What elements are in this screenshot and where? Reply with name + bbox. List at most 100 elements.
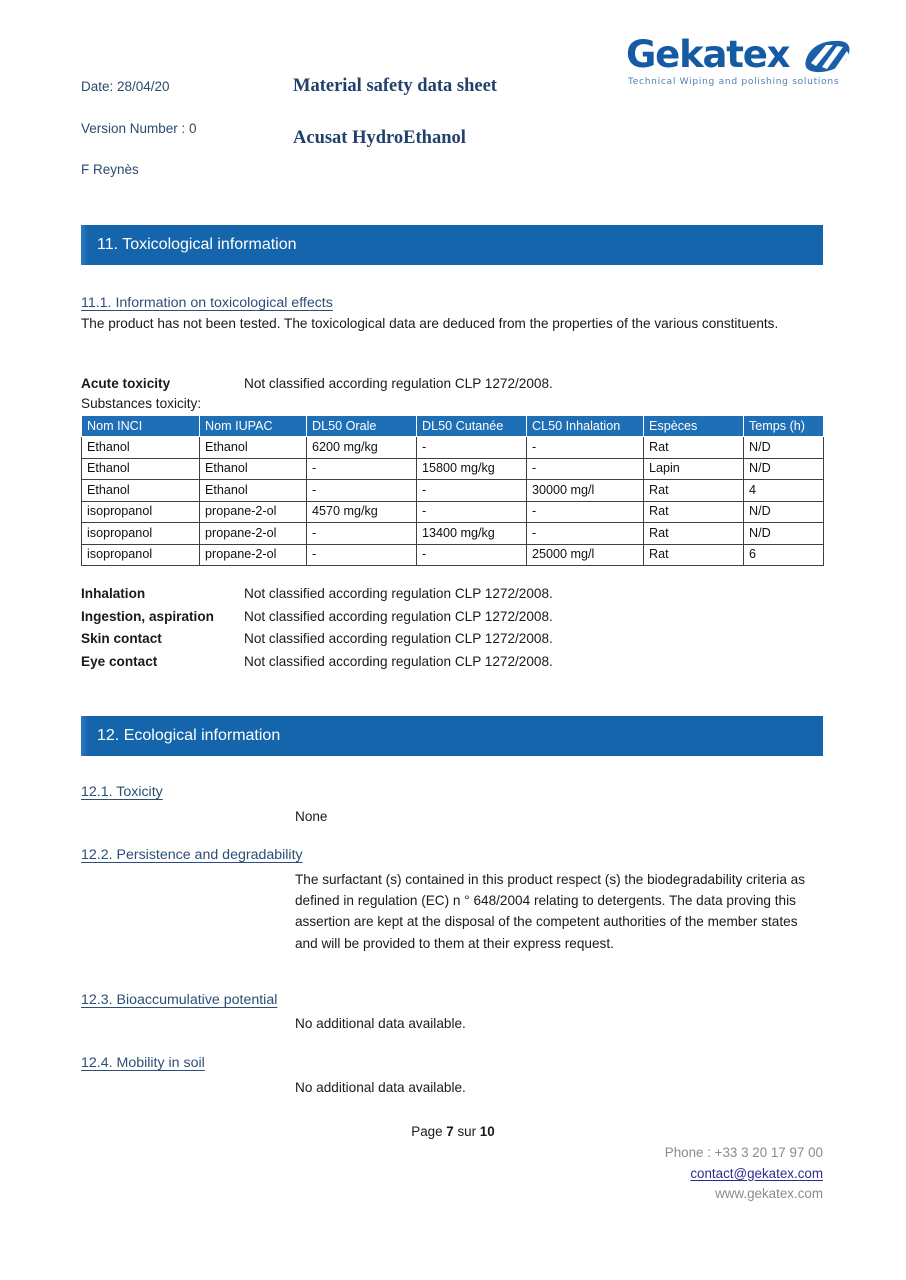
product-name: Acusat HydroEthanol [293, 127, 466, 148]
page-middle: sur [453, 1124, 480, 1139]
table-row: isopropanol propane-2-ol 4570 mg/kg - - Rat N/… [81, 500, 824, 523]
document-date: Date: 28/04/20 [81, 79, 170, 94]
table-column-header: Temps (h) [743, 415, 824, 437]
toxicity-value: None [295, 809, 328, 824]
acute-toxicity-label: Acute toxicity [81, 376, 171, 391]
table-cell: - [416, 500, 527, 523]
page-number: Page 7 sur 10 [0, 1124, 906, 1139]
swoosh-icon [804, 40, 852, 74]
exposure-route-label: Ingestion, aspiration [81, 608, 214, 624]
contact-phone: Phone : +33 3 20 17 97 00 [664, 1145, 823, 1160]
table-cell: Lapin [643, 457, 744, 480]
table-cell: 15800 mg/kg [416, 457, 527, 480]
table-column-header: Nom INCI [81, 415, 200, 437]
table-cell: Rat [643, 500, 744, 523]
exposure-route-label: Eye contact [81, 653, 158, 669]
document-version: Version Number : 0 [81, 120, 197, 136]
exposure-route-row: Ingestion, aspiration Not classified acco… [81, 609, 681, 632]
table-row: Ethanol Ethanol -15800 mg/kg - Lapin N/D [81, 457, 824, 480]
table-cell: N/D [743, 500, 824, 523]
substances-toxicity-label: Substances toxicity: [81, 396, 202, 411]
exposure-route-value: Not classified according regulation CLP … [244, 608, 553, 624]
substances-toxicity-table: Nom INCI Nom IUPAC DL50 Orale DL50 Cutanée C… [81, 415, 824, 566]
table-cell: 13400 mg/kg [416, 522, 527, 545]
table-cell: propane-2-ol [199, 500, 307, 523]
toxicological-intro-text: The product has not been tested. The tox… [81, 316, 779, 331]
table-cell: isopropanol [81, 543, 200, 566]
contact-website: www.gekatex.com [715, 1186, 823, 1201]
table-cell: - [306, 457, 417, 480]
subsection-heading-12-2: 12.2. Persistence and degradability [81, 847, 303, 863]
subsection-heading-12-3: 12.3. Bioaccumulative potential [81, 992, 278, 1008]
exposure-route-label: Skin contact [81, 631, 162, 647]
table-cell: - [416, 436, 527, 459]
table-cell: - [526, 522, 644, 545]
table-cell: Ethanol [81, 479, 200, 502]
table-cell: Rat [643, 479, 744, 502]
table-cell: - [306, 543, 417, 566]
persistence-degradability-text: The surfactant (s) contained in this pro… [295, 872, 806, 951]
table-column-header: Espèces [643, 415, 744, 437]
table-cell: - [416, 543, 527, 566]
header-meta-column: Date: 28/04/20 Version Number : 0 F Reyn… [81, 80, 281, 205]
table-cell: - [306, 522, 417, 545]
table-cell: Ethanol [81, 436, 200, 459]
logo-tagline: Technical Wiping and polishing solutions [628, 77, 840, 87]
table-cell: - [526, 457, 644, 480]
exposure-routes-list: Inhalation Not classified according regul… [81, 586, 681, 676]
table-cell: isopropanol [81, 500, 200, 523]
document-header: Date: 28/04/20 Version Number : 0 F Reyn… [0, 0, 906, 200]
exposure-route-value: Not classified according regulation CLP … [244, 631, 553, 647]
page-total: 10 [479, 1124, 495, 1139]
subsection-heading-12-1: 12.1. Toxicity [81, 784, 163, 800]
bioaccumulative-potential-text: No additional data available. [295, 1016, 466, 1031]
mobility-in-soil-text: No additional data available. [295, 1080, 466, 1095]
table-cell: 4570 mg/kg [306, 500, 417, 523]
table-cell: Rat [643, 522, 744, 545]
table-cell: N/D [743, 522, 824, 545]
table-cell: - [526, 436, 644, 459]
page-title: Material safety data sheet [293, 76, 497, 96]
exposure-route-row: Skin contact Not classified according reg… [81, 631, 681, 654]
acute-toxicity-value: Not classified according regulation CLP … [244, 376, 553, 391]
section-header-11: 11. Toxicological information [81, 225, 823, 265]
table-cell: 6200 mg/kg [306, 436, 417, 459]
table-cell: 6 [743, 543, 824, 566]
table-row: Ethanol Ethanol 6200 mg/kg - - Rat N/D [81, 436, 824, 459]
exposure-route-row: Inhalation Not classified according regul… [81, 586, 681, 609]
logo-wordmark: Gekatex [626, 33, 790, 76]
contact-email-link[interactable]: contact@gekatex.com [665, 1164, 823, 1185]
table-header-row: Nom INCI Nom IUPAC DL50 Orale DL50 Cutanée C… [81, 415, 824, 437]
exposure-route-value: Not classified according regulation CLP … [244, 586, 553, 601]
section-header-12: 12. Ecological information [81, 716, 823, 756]
table-cell: N/D [743, 436, 824, 459]
subsection-heading-11-1: 11.1. Information on toxicological effec… [81, 295, 333, 311]
table-cell: N/D [743, 457, 824, 480]
table-cell: Ethanol [199, 436, 307, 459]
table-row: Ethanol Ethanol - -30000 mg/l Rat 4 [81, 479, 824, 502]
document-author: F Reynès [81, 162, 139, 177]
table-cell: propane-2-ol [199, 522, 307, 545]
table-cell: Rat [643, 543, 744, 566]
table-column-header: DL50 Cutanée [416, 415, 527, 437]
table-cell: 4 [743, 479, 824, 502]
table-cell: - [526, 500, 644, 523]
table-column-header: DL50 Orale [306, 415, 417, 437]
document-page: Date: 28/04/20 Version Number : 0 F Reyn… [0, 0, 906, 1280]
table-cell: isopropanol [81, 522, 200, 545]
table-cell: Rat [643, 436, 744, 459]
exposure-route-label: Inhalation [81, 586, 146, 601]
table-row: isopropanol propane-2-ol -13400 mg/kg - Rat N… [81, 522, 824, 545]
table-column-header: CL50 Inhalation [526, 415, 644, 437]
page-prefix: Page [411, 1124, 447, 1139]
table-cell: Ethanol [199, 479, 307, 502]
table-column-header: Nom IUPAC [199, 415, 307, 437]
header-title-column: Material safety data sheet Acusat HydroE… [293, 77, 613, 147]
table-cell: propane-2-ol [199, 543, 307, 566]
subsection-heading-12-4: 12.4. Mobility in soil [81, 1055, 205, 1071]
exposure-route-row: Eye contact Not classified according regu… [81, 654, 681, 677]
footer-contact-block: Phone : +33 3 20 17 97 00 contact@gekate… [665, 1143, 823, 1205]
table-row: isopropanol propane-2-ol - -25000 mg/l Rat 6 [81, 543, 824, 566]
exposure-route-value: Not classified according regulation CLP … [244, 653, 553, 669]
page-current: 7 [446, 1124, 454, 1139]
